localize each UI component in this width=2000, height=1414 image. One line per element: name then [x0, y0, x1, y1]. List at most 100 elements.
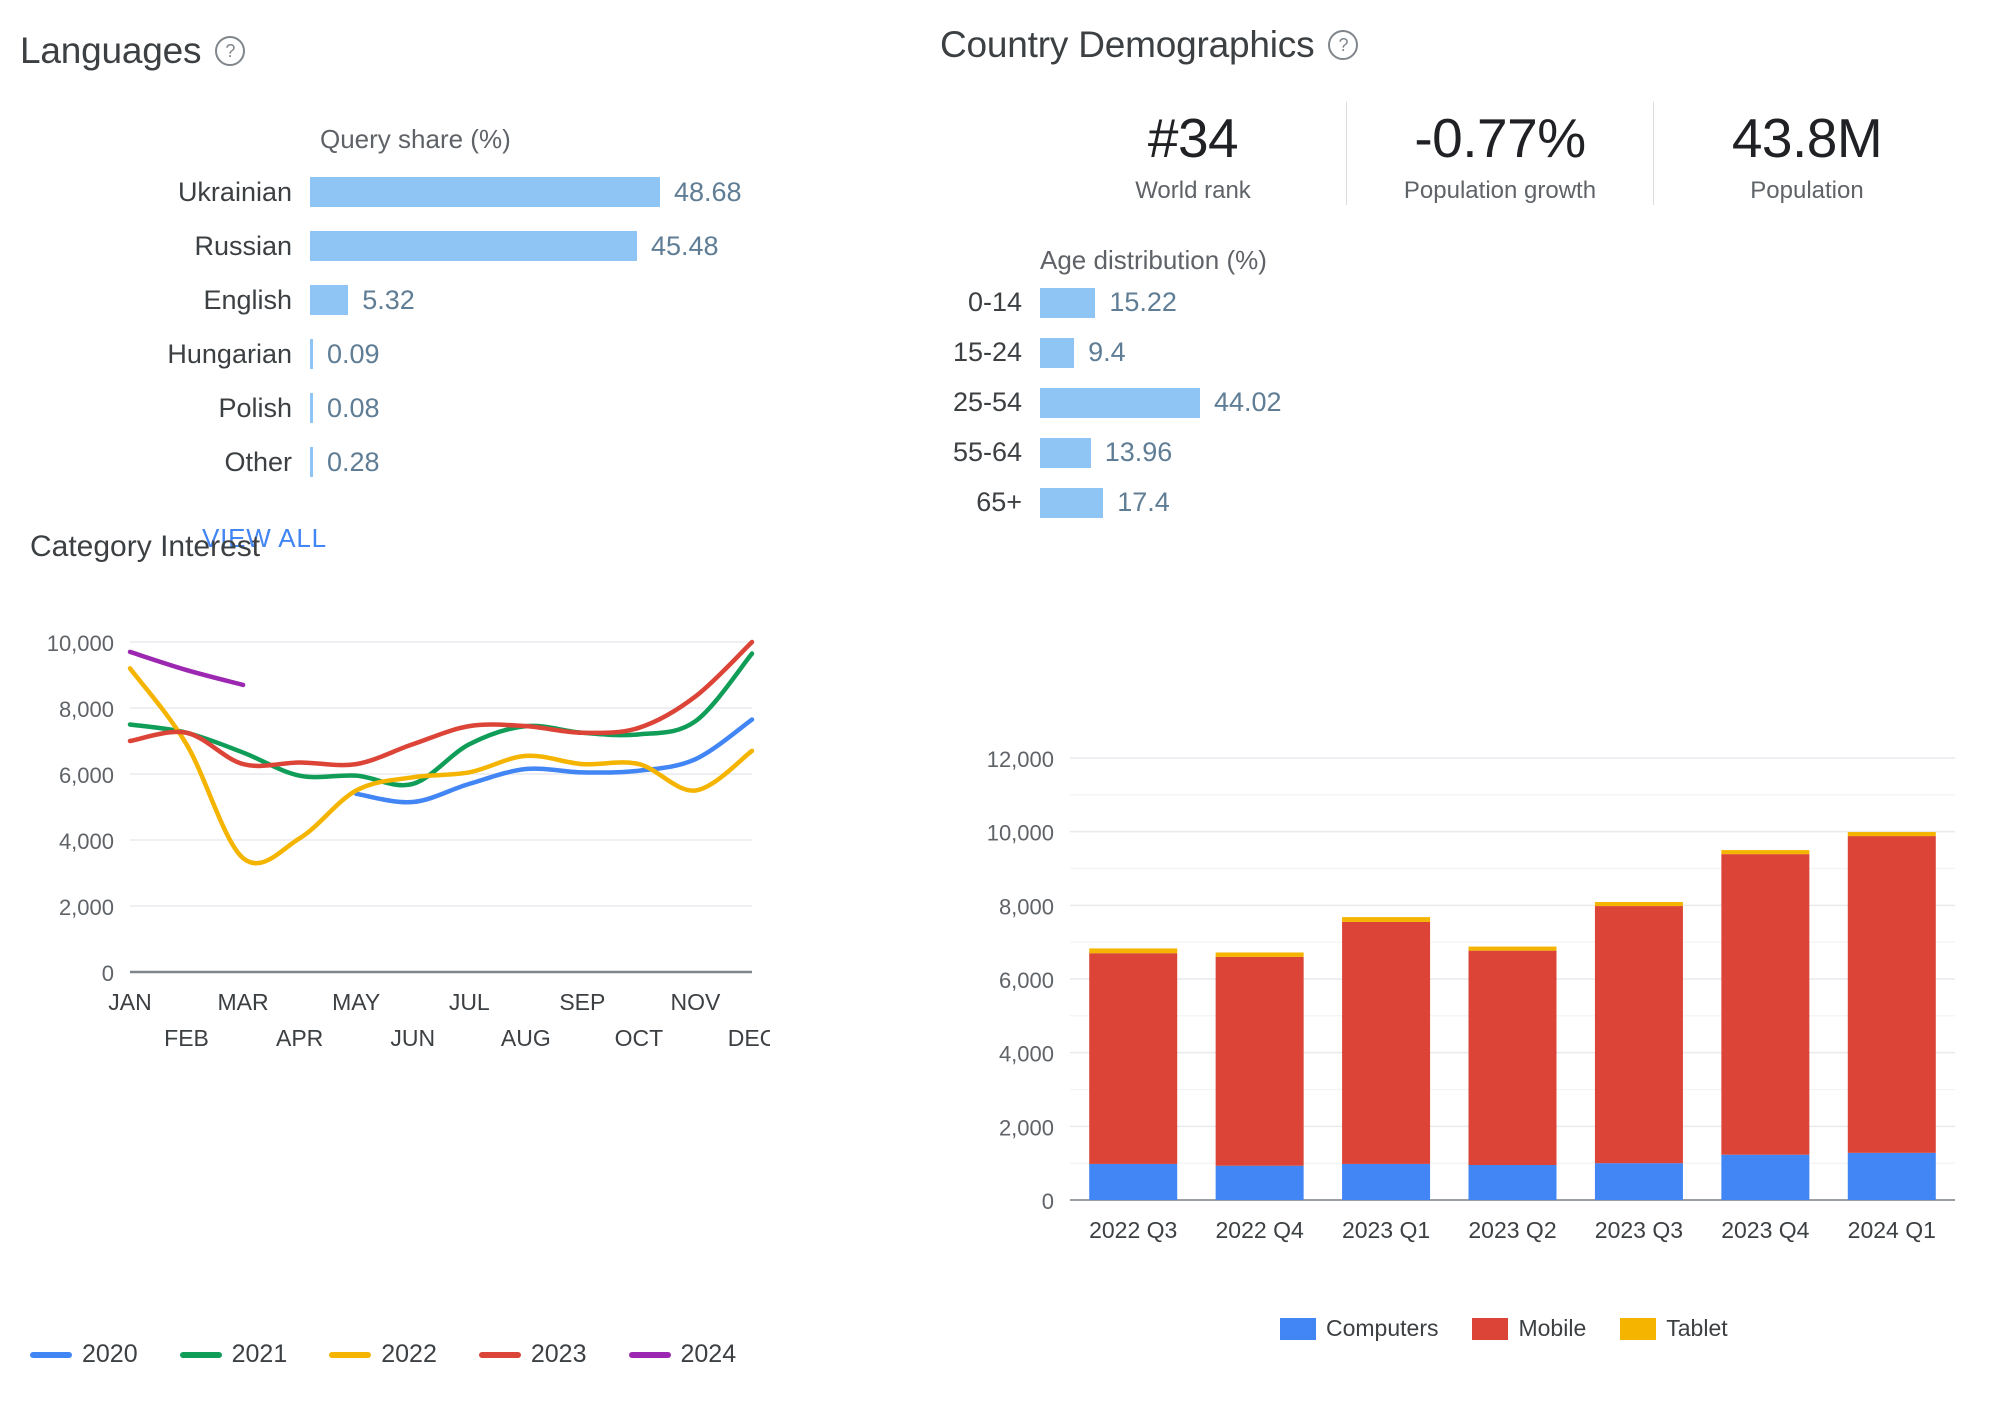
demographic-stat-label: World rank	[1135, 176, 1251, 204]
age-group-row[interactable]: 15-24 9.4	[940, 330, 1960, 376]
x-axis-tick-label: 2023 Q3	[1595, 1217, 1683, 1243]
bar-segment-Mobile[interactable]	[1342, 921, 1431, 1164]
bar-segment-Tablet[interactable]	[1342, 917, 1431, 922]
bar-segment-Mobile[interactable]	[1215, 956, 1304, 1166]
age-value: 13.96	[1104, 437, 1173, 467]
legend-item-Tablet[interactable]: Tablet	[1620, 1315, 1728, 1342]
x-axis-tick-label: OCT	[615, 1025, 664, 1051]
country-demographics-panel: Country Demographics #34 World rank -0.77%…	[940, 24, 1960, 526]
age-group-row[interactable]: 0-14 15.22	[940, 280, 1960, 326]
age-group-label: 25-54	[952, 387, 1022, 417]
language-bar-track: 48.68	[310, 165, 920, 219]
age-bar-track: 15.22	[1040, 287, 1960, 318]
legend-label: Tablet	[1666, 1315, 1728, 1341]
age-bar-fill	[1040, 387, 1200, 418]
languages-title: Languages	[20, 30, 920, 72]
language-row[interactable]: Ukrainian 48.68	[20, 165, 920, 219]
y-axis-tick-label: 10,000	[987, 821, 1054, 846]
legend-item-2024[interactable]: 2024	[628, 1340, 737, 1369]
x-axis-tick-label: MAR	[218, 989, 269, 1015]
language-label: Ukrainian	[177, 176, 292, 207]
y-axis-tick-label: 2,000	[999, 1115, 1054, 1140]
legend-swatch	[30, 1351, 72, 1358]
language-value: 0.09	[327, 338, 380, 369]
x-axis-tick-label: FEB	[164, 1025, 209, 1051]
language-label: Russian	[194, 230, 292, 261]
age-bar-fill	[1040, 287, 1096, 318]
bar-segment-Computers[interactable]	[1594, 1163, 1683, 1200]
bar-segment-Tablet[interactable]	[1594, 902, 1683, 907]
y-axis-tick-label: 0	[102, 961, 114, 986]
language-row[interactable]: Hungarian 0.09	[20, 327, 920, 381]
language-row[interactable]: Russian 45.48	[20, 219, 920, 273]
age-group-row[interactable]: 25-54 44.02	[940, 380, 1960, 426]
query-share-caption: Query share (%)	[320, 124, 511, 154]
bar-segment-Computers[interactable]	[1089, 1163, 1178, 1200]
bar-segment-Mobile[interactable]	[1089, 953, 1178, 1164]
age-group-label: 55-64	[952, 437, 1022, 467]
bar-segment-Tablet[interactable]	[1089, 948, 1178, 954]
legend-item-Mobile[interactable]: Mobile	[1472, 1315, 1586, 1342]
y-axis-tick-label: 6,000	[999, 968, 1054, 993]
x-axis-tick-label: DEC	[728, 1025, 770, 1051]
bar-segment-Computers[interactable]	[1215, 1165, 1304, 1200]
help-circle-icon[interactable]	[215, 36, 246, 66]
bar-segment-Tablet[interactable]	[1721, 850, 1810, 855]
age-bar-track: 13.96	[1040, 437, 1960, 468]
legend-item-2021[interactable]: 2021	[179, 1340, 287, 1369]
language-bar-fill	[310, 177, 660, 207]
legend-item-2023[interactable]: 2023	[478, 1340, 587, 1369]
age-group-row[interactable]: 65+ 17.4	[940, 480, 1960, 526]
demographic-stat-value: -0.77%	[1414, 107, 1586, 169]
legend-label: 2024	[680, 1340, 737, 1368]
legend-label: 2020	[82, 1340, 138, 1368]
age-group-label: 0-14	[967, 287, 1022, 317]
language-bar-track: 0.28	[310, 435, 920, 489]
bar-segment-Computers[interactable]	[1847, 1152, 1936, 1200]
legend-item-Computers[interactable]: Computers	[1280, 1315, 1438, 1342]
language-bar-track: 0.08	[310, 381, 920, 435]
bar-segment-Tablet[interactable]	[1847, 832, 1936, 837]
bar-segment-Mobile[interactable]	[1468, 950, 1557, 1166]
x-axis-tick-label: MAY	[332, 989, 380, 1015]
line-chart-svg: 0 2,000 4,000 6,000 8,000 10,000 JAN FEB MAR APR M…	[47, 631, 777, 1051]
legend-item-2020[interactable]: 2020	[30, 1340, 138, 1369]
legend-swatch	[1472, 1317, 1509, 1340]
language-bar-track: 0.09	[310, 327, 920, 381]
language-row[interactable]: English 5.32	[20, 273, 920, 327]
y-axis-tick-label: 4,000	[59, 829, 114, 854]
legend-label: 2022	[381, 1340, 437, 1368]
language-label: English	[203, 284, 292, 315]
bar-segment-Computers[interactable]	[1342, 1163, 1431, 1200]
bar-segment-Tablet[interactable]	[1468, 946, 1557, 951]
language-bar-fill	[310, 339, 313, 369]
y-axis-tick-label: 8,000	[999, 894, 1054, 919]
x-axis-tick-label: 2023 Q4	[1721, 1217, 1809, 1243]
y-axis-tick-label: 12,000	[987, 747, 1054, 772]
legend-item-2022[interactable]: 2022	[329, 1340, 437, 1369]
language-bar-fill	[310, 447, 313, 477]
x-axis-tick-label: 2024 Q1	[1848, 1217, 1936, 1243]
language-bar-track: 5.32	[310, 273, 920, 327]
language-bar-track: 45.48	[310, 219, 920, 273]
age-group-label: 15-24	[952, 337, 1022, 367]
age-value: 9.4	[1088, 337, 1126, 367]
bar-segment-Tablet[interactable]	[1215, 952, 1304, 957]
age-group-row[interactable]: 55-64 13.96	[940, 430, 1960, 476]
legend-label: Computers	[1326, 1315, 1439, 1341]
x-axis-tick-label: NOV	[671, 989, 722, 1015]
legend-swatch	[1280, 1317, 1316, 1340]
age-distribution-caption: Age distribution (%)	[1040, 244, 1267, 275]
bar-segment-Mobile[interactable]	[1721, 854, 1810, 1155]
bar-segment-Mobile[interactable]	[1847, 836, 1936, 1153]
age-value: 15.22	[1109, 287, 1177, 317]
language-row[interactable]: Other 0.28	[20, 435, 920, 489]
age-bar-fill	[1040, 487, 1104, 518]
help-circle-icon[interactable]	[1328, 30, 1359, 60]
bar-segment-Computers[interactable]	[1721, 1154, 1810, 1200]
x-axis-tick-label: 2022 Q4	[1216, 1217, 1304, 1243]
demographic-stat: #34 World rank	[1040, 102, 1346, 205]
bar-segment-Mobile[interactable]	[1594, 906, 1683, 1164]
bar-segment-Computers[interactable]	[1468, 1165, 1557, 1200]
language-row[interactable]: Polish 0.08	[20, 381, 920, 435]
